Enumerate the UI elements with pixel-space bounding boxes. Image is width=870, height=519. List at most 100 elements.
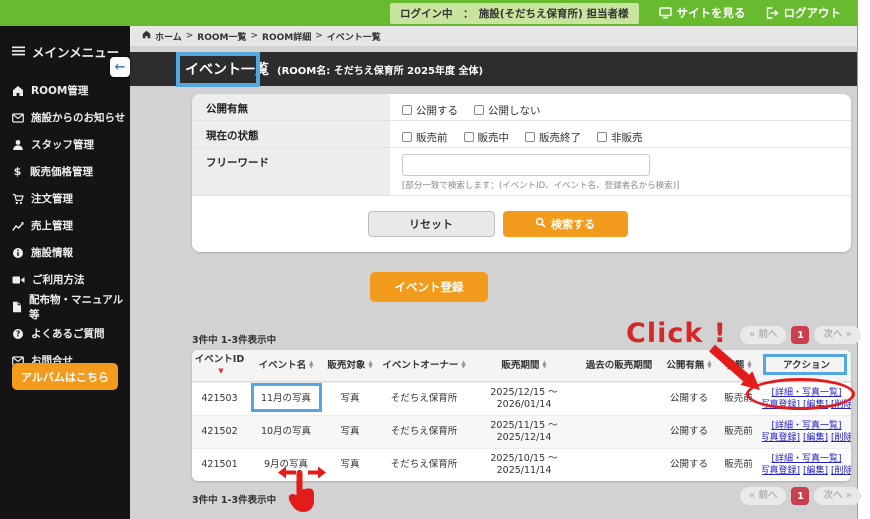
event-name: 10月の写真 (247, 426, 325, 438)
home-icon (12, 85, 24, 97)
photo-register-link[interactable]: [写真登録] (762, 433, 800, 444)
detail-photo-list-link[interactable]: [詳細・写真一覧] (771, 421, 841, 431)
checkbox-sale-ended[interactable] (525, 132, 535, 142)
detail-photo-list-link[interactable]: [詳細・写真一覧] (771, 388, 841, 398)
sort-icon: ▲▼ (309, 361, 313, 370)
table-header-row: イベントID▼ イベント名▲▼ 販売対象▲▼ イベントオーナー▲▼ 販売期間▲▼… (192, 350, 851, 382)
question-icon: ? (12, 328, 24, 340)
result-count-top: 3件中 1-3件表示中 (192, 332, 276, 346)
login-status-badge: ログイン中 ： 施設(そだちえ保育所) 担当者様 (390, 3, 639, 24)
event-name: 11月の写真 (247, 393, 325, 405)
checkbox-label: 販売中 (478, 130, 510, 145)
delete-link[interactable]: [削除] (831, 433, 851, 444)
sidebar-item-howto[interactable]: ご利用方法 (0, 266, 130, 293)
sidebar-item-room[interactable]: ROOM管理 (0, 77, 130, 104)
sidebar-item-price[interactable]: $ 販売価格管理 (0, 158, 130, 185)
annotation-click-label: Click ! (626, 318, 727, 349)
reset-button[interactable]: リセット (368, 211, 495, 237)
prev-page-button[interactable]: « 前へ (740, 487, 786, 505)
logout-link[interactable]: ログアウト (766, 5, 842, 21)
event-owner: そだちえ保育所 (375, 459, 473, 471)
next-page-button[interactable]: 次へ » (814, 326, 860, 344)
delete-link[interactable]: [削除] (831, 400, 851, 411)
edit-link[interactable]: [編集] (803, 466, 828, 477)
breadcrumb-room-list[interactable]: ROOM一覧 (197, 30, 246, 43)
breadcrumb-separator: > (186, 31, 194, 41)
column-header-status[interactable]: 状態▲▼ (715, 360, 762, 372)
current-page-badge[interactable]: 1 (791, 326, 809, 344)
column-header-event-id[interactable]: イベントID▼ (192, 354, 247, 378)
view-site-link[interactable]: サイトを見る (659, 5, 746, 21)
sidebar-item-facility-info[interactable]: 施設情報 (0, 239, 130, 266)
column-header-actions: アクション (762, 360, 851, 372)
info-icon (12, 247, 24, 259)
sort-icon: ▲▼ (368, 361, 372, 370)
main-menu-header: メインメニュー (0, 26, 130, 61)
event-owner: そだちえ保育所 (375, 393, 473, 405)
filter-label: 現在の状態 (192, 121, 390, 147)
checkbox-public-no[interactable] (474, 105, 484, 115)
checkbox-onsale[interactable] (464, 132, 474, 142)
column-header-sales-period[interactable]: 販売期間▲▼ (473, 360, 575, 372)
keyword-input[interactable] (402, 154, 650, 176)
breadcrumb-separator: > (250, 31, 258, 41)
edit-link[interactable]: [編集] (803, 433, 828, 444)
table-row: 421501 9月の写真 写真 そだちえ保育所 2025/10/15 ～2025… (192, 448, 851, 481)
keyword-hint: [部分一致で検索します：(イベントID、イベント名、登録者名から検索)] (402, 179, 851, 191)
column-header-past-period: 過去の販売期間 (575, 360, 663, 372)
filter-label: フリーワード (192, 148, 390, 195)
column-header-event-name[interactable]: イベント名▲▼ (247, 360, 325, 372)
checkbox-label: 販売前 (416, 130, 448, 145)
album-button[interactable]: アルバムはこちら (12, 363, 118, 390)
column-header-visibility[interactable]: 公開有無▲▼ (663, 360, 715, 372)
sales-target: 写真 (325, 459, 375, 471)
next-page-button[interactable]: 次へ » (814, 487, 860, 505)
sidebar-collapse-button[interactable]: ← (110, 57, 130, 77)
result-count-bottom: 3件中 1-3件表示中 (192, 492, 276, 506)
status: 販売前 (715, 426, 762, 438)
photo-register-link[interactable]: [写真登録] (762, 400, 800, 411)
sidebar-item-facility-news[interactable]: 施設からのお知らせ (0, 104, 130, 131)
sidebar-item-manuals[interactable]: 配布物・マニュアル等 (0, 293, 130, 320)
breadcrumb-home[interactable]: ホーム (155, 30, 182, 43)
breadcrumb-separator: > (315, 31, 323, 41)
column-header-event-owner[interactable]: イベントオーナー▲▼ (375, 360, 473, 372)
detail-photo-list-link[interactable]: [詳細・写真一覧] (771, 454, 841, 464)
actions-cell: [詳細・写真一覧] [写真登録] [編集] [削除] (762, 453, 851, 478)
visibility: 公開する (663, 393, 715, 405)
current-page-badge[interactable]: 1 (791, 487, 809, 505)
arrow-left-icon: ← (115, 60, 126, 75)
sales-period: 2025/11/15 ～2025/12/14 (473, 420, 575, 444)
cart-icon (12, 193, 24, 205)
edit-link[interactable]: [編集] (803, 400, 828, 411)
checkbox-label: 非販売 (611, 130, 643, 145)
chart-icon (12, 220, 24, 232)
sidebar-item-sales[interactable]: 売上管理 (0, 212, 130, 239)
page-subtitle: (ROOM名: そだちえ保育所 2025年度 全体) (277, 62, 483, 77)
checkbox-not-for-sale[interactable] (597, 132, 607, 142)
delete-link[interactable]: [削除] (831, 466, 851, 477)
sidebar-item-faq[interactable]: ? よくあるご質問 (0, 320, 130, 347)
visibility: 公開する (663, 459, 715, 471)
prev-page-button[interactable]: « 前へ (740, 326, 786, 344)
video-icon (12, 275, 25, 285)
sort-icon: ▲▼ (707, 361, 711, 370)
event-register-button[interactable]: イベント登録 (370, 272, 488, 302)
event-name: 9月の写真 (247, 459, 325, 471)
search-button[interactable]: 検索する (503, 211, 628, 237)
sidebar-menu: ROOM管理 施設からのお知らせ スタッフ管理 $ 販売価格管理 注文管理 売上… (0, 77, 130, 374)
checkbox-label: 公開しない (488, 103, 541, 118)
checkbox-presale[interactable] (402, 132, 412, 142)
sidebar-item-orders[interactable]: 注文管理 (0, 185, 130, 212)
logout-icon (766, 7, 779, 19)
filter-buttons: リセット 検索する (192, 196, 827, 252)
event-id: 421501 (192, 459, 247, 471)
event-owner: そだちえ保育所 (375, 426, 473, 438)
checkbox-public-yes[interactable] (402, 105, 412, 115)
photo-register-link[interactable]: [写真登録] (762, 466, 800, 477)
filter-row-visibility: 公開有無 公開する 公開しない (192, 94, 851, 121)
breadcrumb-room-detail[interactable]: ROOM詳細 (262, 30, 311, 43)
sidebar-item-staff[interactable]: スタッフ管理 (0, 131, 130, 158)
column-header-sales-target[interactable]: 販売対象▲▼ (325, 360, 375, 372)
top-bar: ログイン中 ： 施設(そだちえ保育所) 担当者様 サイトを見る ログアウト (0, 0, 857, 26)
